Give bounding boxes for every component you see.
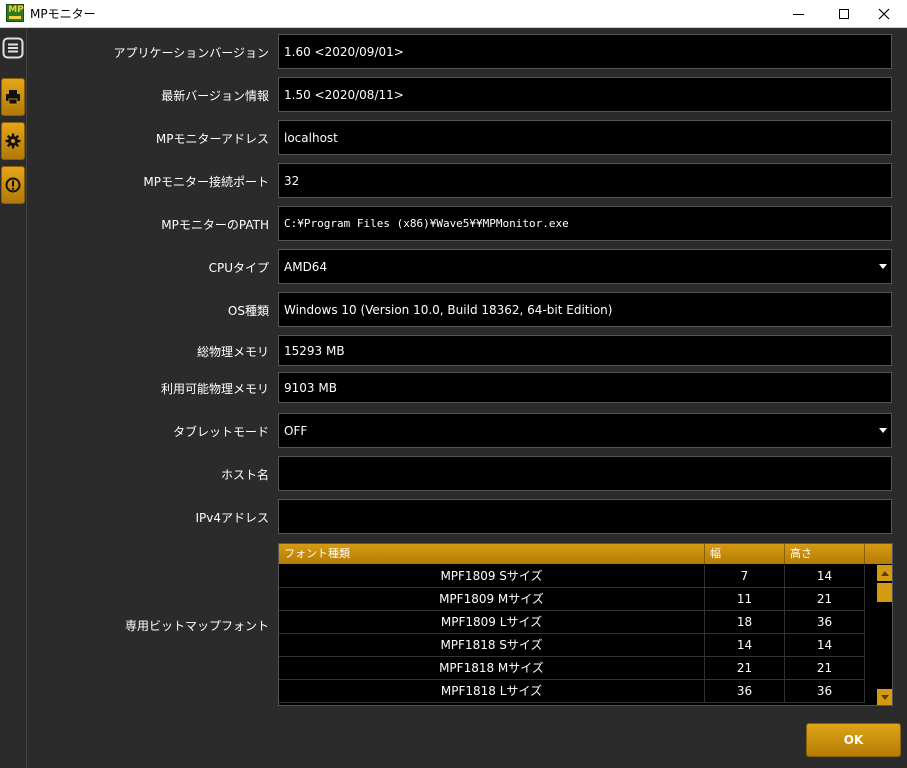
font-name-cell: MPF1809 Sサイズ: [279, 565, 705, 588]
chevron-down-icon: [879, 263, 887, 269]
print-button[interactable]: [1, 78, 25, 116]
column-header-height[interactable]: 高さ: [785, 544, 865, 564]
mp-address-field[interactable]: localhost: [278, 120, 892, 155]
info-button[interactable]: [1, 166, 25, 204]
tablet-mode-value: OFF: [284, 423, 308, 438]
font-height-cell: 14: [785, 634, 865, 657]
settings-button[interactable]: [1, 122, 25, 160]
bitmap-font-label: 専用ビットマップフォント: [124, 619, 269, 633]
avail-memory-value: 9103 MB: [284, 380, 337, 395]
column-header-font-type[interactable]: フォント種類: [279, 544, 705, 564]
total-memory-label: 総物理メモリ: [196, 345, 269, 359]
scroll-up-button[interactable]: [877, 565, 892, 581]
minimize-button[interactable]: [775, 0, 821, 28]
mp-address-label: MPモニターアドレス: [155, 132, 269, 146]
latest-version-field[interactable]: 1.50 <2020/08/11>: [278, 77, 892, 112]
font-name-cell: MPF1809 Mサイズ: [279, 588, 705, 611]
os-type-field[interactable]: Windows 10 (Version 10.0, Build 18362, 6…: [278, 292, 892, 327]
host-name-label: ホスト名: [220, 468, 269, 482]
tablet-mode-label: タブレットモード: [172, 425, 269, 439]
app-logo-text: MP: [8, 5, 24, 15]
column-header-spacer: [865, 544, 892, 564]
font-height-cell: 36: [785, 680, 865, 703]
minimize-icon: [792, 13, 804, 15]
font-width-cell: 7: [705, 565, 785, 588]
total-memory-field[interactable]: 15293 MB: [278, 335, 892, 366]
title-bar: MP MPモニター: [0, 0, 907, 28]
printer-icon: [6, 90, 20, 105]
app-logo: MP: [6, 4, 24, 22]
gear-icon: [5, 133, 21, 149]
app-version-field[interactable]: 1.60 <2020/09/01>: [278, 34, 892, 69]
table-scrollbar[interactable]: [876, 565, 892, 705]
sidebar: [0, 29, 27, 768]
font-width-cell: 36: [705, 680, 785, 703]
font-height-cell: 14: [785, 565, 865, 588]
table-row[interactable]: MPF1818 Mサイズ 21 21: [279, 657, 865, 680]
font-name-cell: MPF1818 Sサイズ: [279, 634, 705, 657]
scroll-down-button[interactable]: [877, 689, 892, 705]
latest-version-value: 1.50 <2020/08/11>: [284, 87, 404, 102]
close-button[interactable]: [861, 0, 907, 28]
mp-port-label: MPモニター接続ポート: [143, 175, 269, 189]
font-width-cell: 11: [705, 588, 785, 611]
bitmap-font-table[interactable]: フォント種類 幅 高さ MPF1809 Sサイズ 7 14 MPF1809 Mサ…: [278, 543, 893, 706]
app-version-label: アプリケーションバージョン: [113, 46, 269, 60]
close-icon: [878, 8, 890, 20]
table-row[interactable]: MPF1818 Lサイズ 36 36: [279, 680, 865, 703]
arrow-down-icon: [880, 694, 889, 700]
window-title: MPモニター: [30, 7, 96, 21]
main-panel: アプリケーションバージョン 1.60 <2020/09/01> 最新バージョン情…: [28, 29, 907, 768]
latest-version-label: 最新バージョン情報: [161, 89, 269, 103]
mp-port-field[interactable]: 32: [278, 163, 892, 198]
table-row[interactable]: MPF1809 Mサイズ 11 21: [279, 588, 865, 611]
cpu-type-select[interactable]: AMD64: [278, 249, 892, 284]
host-name-field[interactable]: [278, 456, 892, 491]
menu-button[interactable]: [1, 35, 25, 61]
os-type-value: Windows 10 (Version 10.0, Build 18362, 6…: [284, 302, 613, 317]
font-height-cell: 36: [785, 611, 865, 634]
font-width-cell: 14: [705, 634, 785, 657]
os-type-label: OS種類: [227, 304, 269, 318]
ok-button[interactable]: OK: [806, 723, 901, 757]
table-row[interactable]: MPF1809 Sサイズ 7 14: [279, 565, 865, 588]
cpu-type-value: AMD64: [284, 259, 328, 274]
font-name-cell: MPF1809 Lサイズ: [279, 611, 705, 634]
avail-memory-field[interactable]: 9103 MB: [278, 372, 892, 403]
font-width-cell: 18: [705, 611, 785, 634]
mp-address-value: localhost: [284, 130, 338, 145]
menu-icon: [2, 37, 24, 59]
warning-icon: [5, 177, 21, 193]
app-version-value: 1.60 <2020/09/01>: [284, 44, 404, 59]
mp-path-value: C:¥Program Files (x86)¥Wave5¥¥MPMonitor.…: [284, 217, 569, 230]
table-row[interactable]: MPF1818 Sサイズ 14 14: [279, 634, 865, 657]
total-memory-value: 15293 MB: [284, 343, 345, 358]
mp-port-value: 32: [284, 173, 300, 188]
arrow-up-icon: [880, 570, 889, 576]
font-height-cell: 21: [785, 657, 865, 680]
avail-memory-label: 利用可能物理メモリ: [160, 382, 269, 396]
ipv4-field[interactable]: [278, 499, 892, 534]
column-header-width[interactable]: 幅: [705, 544, 785, 564]
table-row[interactable]: MPF1809 Lサイズ 18 36: [279, 611, 865, 634]
font-width-cell: 21: [705, 657, 785, 680]
cpu-type-label: CPUタイプ: [208, 261, 269, 275]
mp-path-field[interactable]: C:¥Program Files (x86)¥Wave5¥¥MPMonitor.…: [278, 206, 892, 241]
mp-path-label: MPモニターのPATH: [161, 218, 269, 232]
font-name-cell: MPF1818 Mサイズ: [279, 657, 705, 680]
ipv4-label: IPv4アドレス: [195, 511, 269, 525]
scroll-thumb[interactable]: [877, 583, 892, 602]
tablet-mode-select[interactable]: OFF: [278, 413, 892, 448]
chevron-down-icon: [879, 427, 887, 433]
maximize-icon: [839, 9, 849, 19]
font-height-cell: 21: [785, 588, 865, 611]
font-name-cell: MPF1818 Lサイズ: [279, 680, 705, 703]
